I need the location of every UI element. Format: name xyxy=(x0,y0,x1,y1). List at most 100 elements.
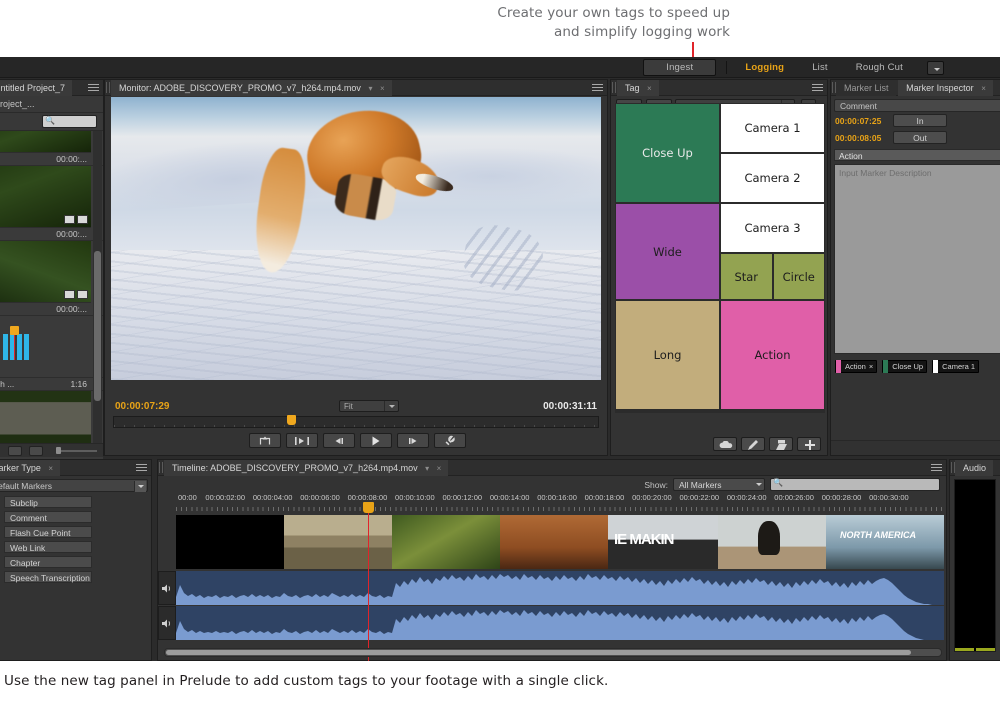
chevron-down-icon[interactable]: ▾ xyxy=(368,84,372,93)
timeline-clip-thumbnail[interactable]: NORTH AMERICA xyxy=(826,515,944,569)
close-icon[interactable]: × xyxy=(48,464,53,473)
timeline-audio-track-1[interactable] xyxy=(176,571,944,605)
marker-type-panel-menu-icon[interactable] xyxy=(136,464,147,472)
marker-type-item-flash-cue-point[interactable]: Flash Cue Point xyxy=(0,525,151,538)
timeline-clip-thumbnail[interactable] xyxy=(284,515,392,569)
timeline-clip-thumbnail[interactable] xyxy=(176,515,284,569)
applied-tag-action[interactable]: Action × xyxy=(835,360,877,373)
workspace-tab-ingest[interactable]: Ingest xyxy=(643,59,716,76)
clip-thumbnail[interactable] xyxy=(0,131,91,153)
tag-button-wide[interactable]: Wide xyxy=(615,203,720,300)
tag-button-camera-2[interactable]: Camera 2 xyxy=(720,153,825,203)
save-icon[interactable] xyxy=(769,437,793,451)
project-vertical-scrollbar[interactable] xyxy=(93,131,102,443)
panel-gripper[interactable] xyxy=(612,82,616,93)
chevron-down-icon[interactable]: ▾ xyxy=(425,464,429,473)
edit-icon[interactable] xyxy=(741,437,765,451)
set-in-button[interactable]: In xyxy=(893,114,947,127)
tag-button-circle[interactable]: Circle xyxy=(773,253,826,300)
monitor-panel-tab[interactable]: Monitor: ADOBE_DISCOVERY_PROMO_v7_h264.m… xyxy=(111,80,392,96)
panel-gripper[interactable] xyxy=(159,462,163,473)
monitor-zoom-select[interactable]: Fit xyxy=(339,400,399,412)
monitor-panel-menu-icon[interactable] xyxy=(592,84,603,92)
panel-gripper[interactable] xyxy=(106,82,110,93)
scrollbar-thumb[interactable] xyxy=(166,650,911,655)
thumbnail-size-slider[interactable] xyxy=(59,450,97,452)
thumbnail-view-icon[interactable] xyxy=(29,446,43,456)
close-icon[interactable]: × xyxy=(981,84,986,93)
timeline-video-track[interactable]: IE MAKIN NORTH AMERICA xyxy=(176,515,944,569)
tag-button-close-up[interactable]: Close Up xyxy=(615,103,720,203)
step-back-icon[interactable] xyxy=(323,433,355,448)
audio-track-2-speaker-icon[interactable] xyxy=(158,606,176,640)
clip-thumbnail-selected[interactable] xyxy=(0,391,91,443)
step-forward-icon[interactable] xyxy=(397,433,429,448)
list-item[interactable]: 05U_04 00:00:... xyxy=(0,303,103,316)
cloud-upload-icon[interactable] xyxy=(713,437,737,451)
marker-out-timecode[interactable]: 00:00:08:05 xyxy=(835,133,881,143)
applied-tag-close-up[interactable]: Close Up xyxy=(882,360,927,373)
marker-type-panel-tab[interactable]: Marker Type × xyxy=(0,460,60,476)
project-panel-tab[interactable]: Project: Untitled Project_7 xyxy=(0,80,72,96)
marker-set-select[interactable]: Default Markers xyxy=(0,479,148,492)
marker-type-item-comment[interactable]: Comment xyxy=(0,510,151,523)
thumbnail-size-knob[interactable] xyxy=(56,447,61,454)
marker-type-item-web-link[interactable]: Web Link xyxy=(0,540,151,553)
chevron-down-icon[interactable] xyxy=(384,401,398,411)
tag-button-camera-1[interactable]: Camera 1 xyxy=(720,103,825,153)
marker-name-input[interactable]: Action xyxy=(834,149,1000,161)
marker-type-item-chapter[interactable]: Chapter xyxy=(0,555,151,568)
tag-panel-tab[interactable]: Tag × xyxy=(617,80,659,96)
workspace-tab-logging[interactable]: Logging xyxy=(731,59,798,76)
rough-cut-thumbnail[interactable] xyxy=(0,316,103,378)
tab-marker-inspector[interactable]: Marker Inspector × xyxy=(898,80,993,96)
tab-marker-list[interactable]: Marker List xyxy=(836,80,896,96)
tag-button-long[interactable]: Long xyxy=(615,300,720,410)
export-icon[interactable] xyxy=(249,433,281,448)
marker-type-item-subclip[interactable]: Subclip xyxy=(0,495,151,508)
chevron-down-icon[interactable] xyxy=(756,483,762,486)
marker-in-timecode[interactable]: 00:00:07:25 xyxy=(835,116,881,126)
list-view-icon[interactable] xyxy=(8,446,22,456)
show-filter-select[interactable]: All Markers xyxy=(673,478,765,491)
timeline-playhead[interactable] xyxy=(368,504,369,661)
applied-tag-camera-1[interactable]: Camera 1 xyxy=(932,360,979,373)
list-item[interactable]: ntled Rough ... 1:16 xyxy=(0,378,103,391)
timeline-horizontal-scrollbar[interactable] xyxy=(164,648,942,657)
list-item[interactable]: 05U_03 00:00:... xyxy=(0,228,103,241)
marker-type-select[interactable]: Comment xyxy=(834,99,1000,112)
timeline-search-input[interactable] xyxy=(770,478,940,491)
audio-panel-tab[interactable]: Audio xyxy=(955,460,993,476)
tag-button-action[interactable]: Action xyxy=(720,300,825,410)
close-icon[interactable]: × xyxy=(869,362,873,371)
list-item[interactable]: 05U_02 00:00:... xyxy=(0,153,103,166)
timeline-clip-thumbnail[interactable]: IE MAKIN xyxy=(608,515,718,569)
monitor-playhead-marker[interactable] xyxy=(287,415,296,425)
project-panel-menu-icon[interactable] xyxy=(88,84,99,92)
tag-button-star[interactable]: Star xyxy=(720,253,773,300)
timeline-clip-thumbnail[interactable] xyxy=(718,515,826,569)
timeline-playhead-marker[interactable] xyxy=(363,502,374,513)
tag-button-camera-3[interactable]: Camera 3 xyxy=(720,203,825,253)
scrollbar-thumb[interactable] xyxy=(94,251,101,401)
close-icon[interactable]: × xyxy=(647,84,652,93)
close-icon[interactable]: × xyxy=(437,464,442,473)
monitor-current-timecode[interactable]: 00:00:07:29 xyxy=(115,401,169,412)
monitor-scrubber[interactable] xyxy=(113,416,599,428)
timeline-audio-track-2[interactable] xyxy=(176,606,944,640)
close-icon[interactable]: × xyxy=(380,84,385,93)
set-in-out-icon[interactable] xyxy=(286,433,318,448)
play-icon[interactable] xyxy=(360,433,392,448)
timeline-panel-tab[interactable]: Timeline: ADOBE_DISCOVERY_PROMO_v7_h264.… xyxy=(164,460,448,476)
workspace-tab-rough-cut[interactable]: Rough Cut xyxy=(842,59,917,76)
marker-description-textarea[interactable]: Input Marker Description xyxy=(834,164,1000,354)
timeline-ruler[interactable]: 00:0000:00:02:0000:00:04:0000:00:06:0000… xyxy=(176,493,944,508)
video-preview[interactable] xyxy=(111,97,601,380)
timeline-panel-menu-icon[interactable] xyxy=(931,464,942,472)
clip-thumbnail[interactable] xyxy=(0,166,91,228)
add-icon[interactable] xyxy=(797,437,821,451)
audio-track-1-speaker-icon[interactable] xyxy=(158,571,176,605)
settings-icon[interactable] xyxy=(434,433,466,448)
timeline-clip-thumbnail[interactable] xyxy=(500,515,608,569)
clip-thumbnail[interactable] xyxy=(0,241,91,303)
